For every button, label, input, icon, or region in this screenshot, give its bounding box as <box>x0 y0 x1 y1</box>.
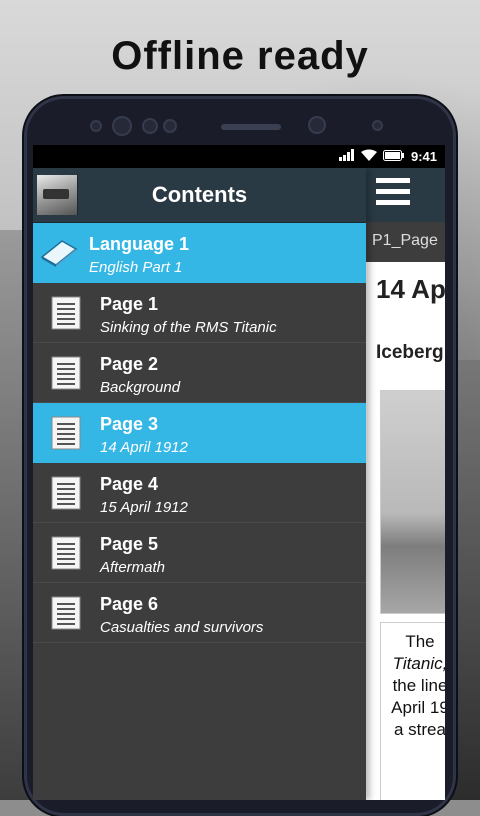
page-item-title: Page 3 <box>100 414 159 434</box>
page-item-subtitle: 14 April 1912 <box>100 439 188 456</box>
document-icon <box>51 356 81 390</box>
battery-icon <box>382 149 405 164</box>
headline: Offline ready <box>111 34 369 78</box>
camera-icon <box>112 116 132 136</box>
page-item-1[interactable]: Page 1 Sinking of the RMS Titanic <box>33 283 366 343</box>
page-item-title: Page 1 <box>100 294 159 314</box>
iceberg-photo <box>380 390 445 614</box>
hamburger-menu-icon[interactable] <box>376 178 410 210</box>
page-item-4[interactable]: Page 4 15 April 1912 <box>33 463 366 523</box>
page-item-6[interactable]: Page 6 Casualties and survivors <box>33 583 366 643</box>
language-title: Language 1 <box>89 234 190 254</box>
sensor-icon <box>372 120 383 131</box>
drawer-title: Contents <box>151 182 248 207</box>
speaker-grille <box>221 124 281 130</box>
page-item-5[interactable]: Page 5 Aftermath <box>33 523 366 583</box>
section-heading: Iceberg <box>376 342 444 363</box>
document-icon <box>51 416 81 450</box>
page-item-subtitle: Casualties and survivors <box>100 619 264 636</box>
document-icon <box>51 536 81 570</box>
page-item-subtitle: 15 April 1912 <box>100 499 188 516</box>
wifi-icon <box>360 149 377 164</box>
phone-screen: 9:41 P1_Page 14 Ap Iceberg The Titanic, … <box>33 145 445 800</box>
status-bar: 9:41 <box>33 145 445 168</box>
page-item-title: Page 6 <box>100 594 159 614</box>
page-item-title: Page 2 <box>100 354 159 374</box>
document-icon <box>51 476 81 510</box>
language-item[interactable]: Language 1 English Part 1 <box>33 223 366 283</box>
front-camera-icon <box>308 116 326 134</box>
drawer-header: Contents <box>33 168 366 223</box>
tab-strip: P1_Page <box>366 222 445 262</box>
photo-caption: The Titanic, the line April 19 a strea <box>380 622 445 800</box>
page-item-title: Page 5 <box>100 534 159 554</box>
book-icon <box>40 237 78 271</box>
page-item-2[interactable]: Page 2 Background <box>33 343 366 403</box>
signal-icon <box>338 149 355 164</box>
page-title: 14 Ap <box>376 274 445 304</box>
page-item-subtitle: Sinking of the RMS Titanic <box>100 319 277 336</box>
tab-page[interactable]: P1_Page <box>372 232 438 250</box>
page-item-subtitle: Background <box>100 379 181 396</box>
sensor-icon <box>142 118 158 134</box>
sensor-icon <box>163 119 177 133</box>
document-icon <box>51 296 81 330</box>
status-time: 9:41 <box>410 149 437 164</box>
language-subtitle: English Part 1 <box>89 259 183 276</box>
page-item-title: Page 4 <box>100 474 159 494</box>
page-item-3[interactable]: Page 3 14 April 1912 <box>33 403 366 463</box>
sensor-icon <box>90 120 102 132</box>
navigation-drawer: Contents Language 1 English Part 1 Page … <box>33 168 366 800</box>
page-content: 14 Ap Iceberg The Titanic, the line Apri… <box>366 262 445 800</box>
page-item-subtitle: Aftermath <box>100 559 166 576</box>
document-icon <box>51 596 81 630</box>
